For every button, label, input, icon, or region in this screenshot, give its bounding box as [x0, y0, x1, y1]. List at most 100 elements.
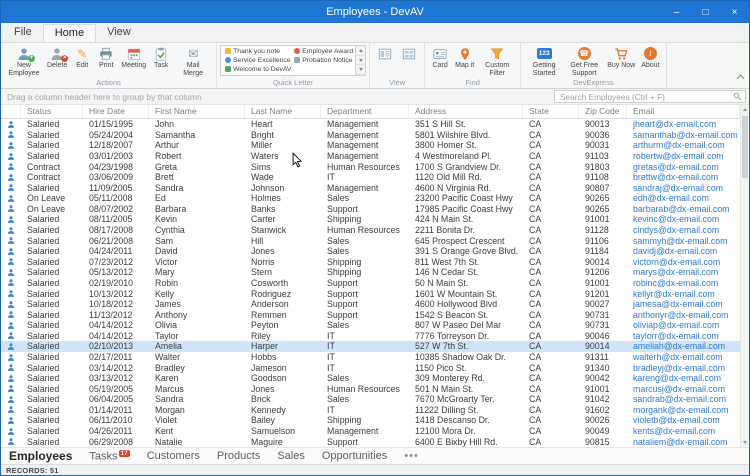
column-header-department[interactable]: Department: [321, 105, 409, 118]
table-row[interactable]: Salaried08/11/2005KevinCarterShipping424…: [1, 214, 749, 225]
column-header-hire-date[interactable]: Hire Date: [83, 105, 149, 118]
email-link[interactable]: violetb@dx-email.com: [627, 415, 740, 425]
table-row[interactable]: On Leave05/11/2008EdHolmesSales23200 Pac…: [1, 193, 749, 204]
ribbon-button-meeting[interactable]: Meeting: [118, 44, 149, 78]
email-link[interactable]: kevinc@dx-email.com: [627, 214, 740, 224]
email-link[interactable]: kellyr@dx-email.com: [627, 289, 740, 299]
table-row[interactable]: Salaried04/14/2012OliviaPeytonSales807 W…: [1, 320, 749, 331]
ribbon-button-layout-card-icon[interactable]: [397, 44, 421, 78]
column-header-zip-code[interactable]: Zip Code: [579, 105, 627, 118]
ribbon-button-getting-started[interactable]: 123Getting Started: [524, 44, 564, 78]
gallery-dropdown-button[interactable]: [356, 65, 365, 75]
table-row[interactable]: Salaried11/09/2005SandraJohnsonManagemen…: [1, 182, 749, 193]
table-row[interactable]: Salaried01/14/2011MorganKennedyIT11222 D…: [1, 405, 749, 416]
maximize-button[interactable]: □: [691, 1, 720, 23]
doc-tab-tasks[interactable]: Tasks17: [89, 450, 129, 463]
email-link[interactable]: jamesa@dx-email.com: [627, 299, 740, 309]
table-row[interactable]: Salaried05/13/2012MarySternShipping146 N…: [1, 267, 749, 278]
table-row[interactable]: Salaried06/21/2008SamHillSales645 Prospe…: [1, 235, 749, 246]
doc-tab-sales[interactable]: Sales: [277, 450, 305, 462]
ribbon-collapse-button[interactable]: [736, 67, 745, 85]
table-row[interactable]: On Leave08/07/2002BarbaraBanksSupport179…: [1, 204, 749, 215]
email-link[interactable]: ameliah@dx-email.com: [627, 341, 740, 351]
email-link[interactable]: sammyh@dx-email.com: [627, 236, 740, 246]
table-row[interactable]: Salaried01/15/1995JohnHeartManagement351…: [1, 119, 749, 130]
email-link[interactable]: marys@dx-email.com: [627, 267, 740, 277]
ribbon-button-task[interactable]: Task: [149, 44, 173, 78]
email-link[interactable]: taylorr@dx-email.com: [627, 331, 740, 341]
table-row[interactable]: Salaried11/13/2012AnthonyRemmenSupport15…: [1, 309, 749, 320]
ribbon-button-custom-filter[interactable]: Custom Filter: [477, 44, 517, 78]
table-row[interactable]: Salaried03/14/2012BradleyJamesonIT1150 P…: [1, 362, 749, 373]
scroll-up-icon[interactable]: [743, 105, 747, 114]
table-row[interactable]: Salaried05/24/2004SamanthaBrightManageme…: [1, 130, 749, 141]
table-row[interactable]: Salaried06/04/2005SandraBrickSales7670 M…: [1, 394, 749, 405]
email-link[interactable]: oliviap@dx-email.com: [627, 320, 740, 330]
ribbon-button-edit[interactable]: ✎Edit: [70, 44, 94, 78]
ribbon-button-delete[interactable]: ×Delete: [44, 44, 70, 78]
email-link[interactable]: robinc@dx-email.com: [627, 278, 740, 288]
table-row[interactable]: Salaried03/01/2003RobertWatersManagement…: [1, 151, 749, 162]
gallery-item-service-excellence[interactable]: Service Excellence: [223, 56, 292, 65]
ribbon-button-mail-merge[interactable]: ✉Mail Merge: [173, 44, 213, 78]
table-row[interactable]: Salaried02/17/2011WalterHobbsIT10385 Sha…: [1, 352, 749, 363]
table-row[interactable]: Contract04/23/1998GretaSimsHuman Resourc…: [1, 161, 749, 172]
table-row[interactable]: Salaried06/29/2008NatalieMaguireSupport6…: [1, 436, 749, 447]
column-header-state[interactable]: State: [523, 105, 579, 118]
column-header-last-name[interactable]: Last Name: [245, 105, 321, 118]
ribbon-button-card[interactable]: Card: [428, 44, 452, 78]
table-row[interactable]: Salaried04/14/2012TaylorRileyIT7776 Torr…: [1, 331, 749, 342]
ribbon-button-map-it[interactable]: Map it: [452, 44, 477, 78]
email-link[interactable]: davidj@dx-email.com: [627, 246, 740, 256]
email-link[interactable]: gretas@dx-email.com: [627, 162, 740, 172]
email-link[interactable]: sandraj@dx-email.com: [627, 183, 740, 193]
table-row[interactable]: Salaried06/11/2010VioletBaileyShipping14…: [1, 415, 749, 426]
table-row[interactable]: Salaried10/13/2012KellyRodriguezSupport1…: [1, 288, 749, 299]
scrollbar-thumb[interactable]: [742, 116, 748, 178]
column-header-first-name[interactable]: First Name: [149, 105, 245, 118]
email-link[interactable]: edh@dx-email.com: [627, 193, 740, 203]
tab-home[interactable]: Home: [43, 24, 96, 43]
minimize-button[interactable]: –: [662, 1, 691, 23]
table-row[interactable]: Salaried07/23/2012VictorNorrisShipping81…: [1, 257, 749, 268]
table-row[interactable]: Salaried08/17/2008CynthiaStanwickHuman R…: [1, 225, 749, 236]
gallery-scroll-down-button[interactable]: [356, 56, 365, 66]
ribbon-button-about[interactable]: iAbout: [638, 44, 662, 78]
doc-tab-opportunities[interactable]: Opportunities: [322, 450, 387, 462]
email-link[interactable]: anthonyr@dx-email.com: [627, 310, 740, 320]
scroll-down-icon[interactable]: [743, 438, 747, 447]
ribbon-button-buy-now[interactable]: Buy Now: [604, 44, 638, 78]
email-link[interactable]: morgank@dx-email.com: [627, 405, 740, 415]
gallery-item-probation-notice[interactable]: Probation Notice: [292, 56, 355, 65]
email-link[interactable]: barbarab@dx-email.com: [627, 204, 740, 214]
table-row[interactable]: Salaried02/10/2013AmeliaHarperIT527 W 7t…: [1, 341, 749, 352]
email-link[interactable]: walterh@dx-email.com: [627, 352, 740, 362]
doc-tab-overflow[interactable]: •••: [404, 450, 419, 462]
email-link[interactable]: sandrab@dx-email.com: [627, 394, 740, 404]
ribbon-button-print[interactable]: Print: [94, 44, 118, 78]
email-link[interactable]: nataliem@dx-email.com: [627, 437, 740, 447]
column-header-address[interactable]: Address: [409, 105, 523, 118]
doc-tab-products[interactable]: Products: [217, 450, 260, 462]
doc-tab-employees[interactable]: Employees: [9, 449, 72, 463]
table-row[interactable]: Salaried02/19/2010RobinCosworthSupport50…: [1, 278, 749, 289]
column-header-status[interactable]: Status: [21, 105, 83, 118]
gallery-item-welcome-to-devav[interactable]: Welcome to DevAV: [223, 65, 292, 74]
email-link[interactable]: arthurm@dx-email.com: [627, 140, 740, 150]
gallery-item-thank-you-note[interactable]: Thank you note: [223, 47, 292, 56]
search-input[interactable]: [558, 92, 733, 102]
ribbon-button-layout-list-icon[interactable]: [373, 44, 397, 78]
doc-tab-customers[interactable]: Customers: [147, 450, 200, 462]
ribbon-button-get-free-support[interactable]: ☎Get Free Support: [564, 44, 604, 78]
table-row[interactable]: Salaried04/26/2011KentSamuelsonManagemen…: [1, 426, 749, 437]
tab-file[interactable]: File: [3, 24, 43, 42]
email-link[interactable]: bradleyj@dx-email.com: [627, 363, 740, 373]
table-row[interactable]: Contract03/06/2009BrettWadeIT1120 Old Mi…: [1, 172, 749, 183]
email-link[interactable]: victorn@dx-email.com: [627, 257, 740, 267]
column-header-email[interactable]: Email: [627, 105, 740, 118]
email-link[interactable]: jheart@dx-email.com: [627, 119, 740, 129]
email-link[interactable]: robertw@dx-email.com: [627, 151, 740, 161]
vertical-scrollbar[interactable]: [740, 105, 749, 447]
table-row[interactable]: Salaried05/19/2005MarcusJonesHuman Resou…: [1, 383, 749, 394]
email-link[interactable]: marcusj@dx-email.com: [627, 384, 740, 394]
